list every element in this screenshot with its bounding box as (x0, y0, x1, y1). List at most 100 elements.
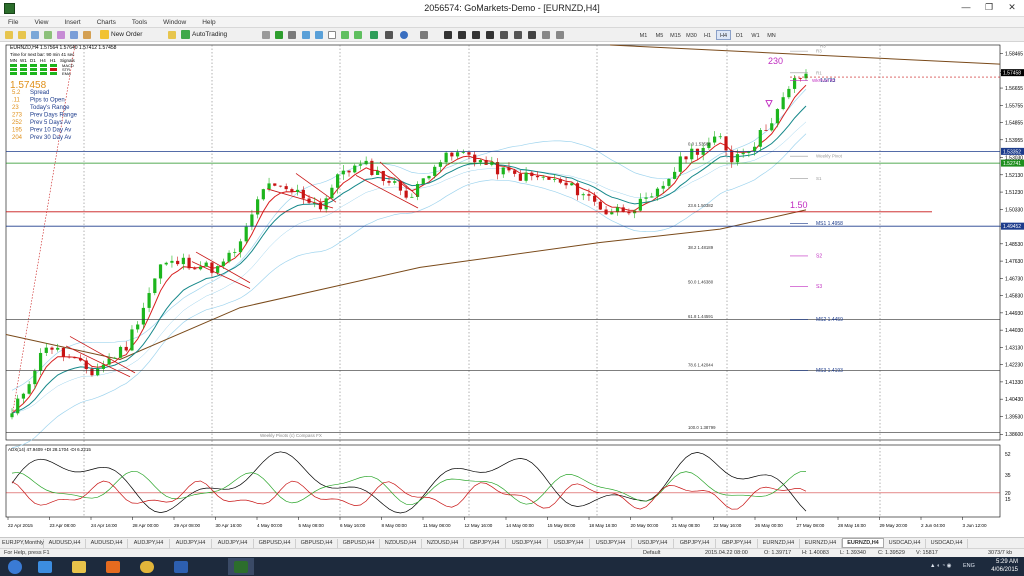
tf-m30[interactable]: M30 (684, 30, 699, 40)
menu-window[interactable]: Window (155, 17, 194, 28)
tf-h1[interactable]: H1 (700, 30, 715, 40)
signal-tf-label: H4 (40, 58, 46, 63)
price-tick-label: 1.53955 (1005, 138, 1023, 144)
menu-view[interactable]: View (26, 17, 56, 28)
candle-body (158, 264, 163, 279)
tf-h4[interactable]: H4 (716, 30, 731, 40)
zoom-out-icon[interactable] (315, 31, 323, 39)
chart-tab[interactable]: USDCAD,H4 (884, 539, 926, 548)
trendline-icon[interactable] (486, 31, 494, 39)
vertical-line-icon[interactable] (458, 31, 466, 39)
tf-w1[interactable]: W1 (748, 30, 763, 40)
close-button[interactable]: ✕ (1001, 0, 1023, 14)
new-order-button[interactable]: New Order (100, 30, 142, 40)
candle-body (730, 150, 734, 163)
time-tick-label: 8 May 00:00 (382, 523, 408, 528)
line-chart-icon[interactable] (288, 31, 296, 39)
chart-tab[interactable]: NZDUSD,H4 (380, 539, 422, 548)
profiles-icon[interactable] (18, 31, 26, 39)
ie-app[interactable] (32, 558, 58, 575)
strategy-tester-icon[interactable] (83, 31, 91, 39)
chart-tab[interactable]: AUDJPY,H4 (212, 539, 254, 548)
candle-body (221, 261, 225, 267)
minimize-button[interactable]: — (955, 0, 977, 14)
chart-tab[interactable]: GBPUSD,H4 (254, 539, 296, 548)
tile-windows-icon[interactable] (328, 31, 336, 39)
tf-m5[interactable]: M5 (652, 30, 667, 40)
menu-charts[interactable]: Charts (89, 17, 124, 28)
start-button[interactable] (2, 558, 28, 575)
chart-tab[interactable]: GBPJPY,H4 (716, 539, 758, 548)
zoom-in-icon[interactable] (302, 31, 310, 39)
text-tool-icon[interactable] (528, 31, 536, 39)
tf-d1[interactable]: D1 (732, 30, 747, 40)
candle-body (187, 257, 191, 269)
label-tool-icon[interactable] (542, 31, 550, 39)
candle-body (655, 188, 660, 197)
tray-icons[interactable]: ▲ ◐ ◔ ◉ (930, 557, 951, 576)
chart-tab[interactable]: USDJPY,H4 (590, 539, 632, 548)
tf-mn[interactable]: MN (764, 30, 779, 40)
chart-tab[interactable]: EURJPY,Monthly (2, 539, 44, 548)
chart-tab[interactable]: GBPUSD,H4 (296, 539, 338, 548)
menu-insert[interactable]: Insert (56, 17, 88, 28)
autotrading-button[interactable]: AutoTrading (181, 30, 227, 40)
chart-tab[interactable]: GBPJPY,H4 (464, 539, 506, 548)
chart-shift-icon[interactable] (354, 31, 362, 39)
chart-tab[interactable]: GBPUSD,H4 (338, 539, 380, 548)
chrome-app[interactable] (134, 558, 160, 575)
terminal-app[interactable] (228, 558, 254, 575)
chart-tab[interactable]: AUDUSD,H4 (86, 539, 128, 548)
data-window-icon[interactable] (44, 31, 52, 39)
metaeditor-icon[interactable] (168, 31, 176, 39)
chart-tab[interactable]: EURNZD,H4 (758, 539, 800, 548)
tray-language[interactable]: ENG (963, 557, 975, 576)
chart-tab[interactable]: AUDUSD,H4 (44, 539, 86, 548)
tf-m15[interactable]: M15 (668, 30, 683, 40)
autoscroll-icon[interactable] (341, 31, 349, 39)
price-chart[interactable]: 0.0 1.53568 23.6 1.50382 38.2 1.48189 50.0 … (0, 43, 1024, 537)
templates-icon[interactable] (400, 31, 408, 39)
adx-panel: ADX(14) 47.9409 +DI 28.1704 -DI 6.2215 52… (6, 447, 1011, 514)
chart-window[interactable]: 0.0 1.53568 23.6 1.50382 38.2 1.48189 50.0 … (0, 43, 1024, 537)
menu-file[interactable]: File (0, 17, 26, 28)
arrow-tool-icon[interactable] (556, 31, 564, 39)
candle-body (764, 130, 768, 131)
menu-tools[interactable]: Tools (124, 17, 155, 28)
chart-tab[interactable]: USDJPY,H4 (632, 539, 674, 548)
explorer-app[interactable] (66, 558, 92, 575)
chart-tab[interactable]: GBPJPY,H4 (674, 539, 716, 548)
channel-icon[interactable] (500, 31, 508, 39)
chart-tab[interactable]: AUDJPY,H4 (170, 539, 212, 548)
navigator-icon[interactable] (57, 31, 65, 39)
chart-tab[interactable]: USDCAD,H4 (926, 539, 968, 548)
media-app[interactable] (100, 558, 126, 575)
horizontal-line-icon[interactable] (472, 31, 480, 39)
chart-tab[interactable]: USDJPY,H4 (548, 539, 590, 548)
market-watch-icon[interactable] (31, 31, 39, 39)
new-chart-icon[interactable] (5, 31, 13, 39)
terminal-icon[interactable] (70, 31, 78, 39)
indicators-icon[interactable] (370, 31, 378, 39)
chart-tab[interactable]: EURNZD,H4 (800, 539, 842, 548)
tf-m1[interactable]: M1 (636, 30, 651, 40)
info-value: 273 (12, 113, 23, 119)
maximize-button[interactable]: ❐ (978, 0, 1000, 14)
chart-tab[interactable]: USDJPY,H4 (506, 539, 548, 548)
candle-body (238, 241, 243, 253)
menu-help[interactable]: Help (194, 17, 223, 28)
word-app[interactable] (168, 558, 194, 575)
chart-tab[interactable]: AUDJPY,H4 (128, 539, 170, 548)
tray-clock[interactable]: 5:29 AM 4/06/2015 (991, 558, 1018, 574)
fibonacci-icon[interactable] (514, 31, 522, 39)
periods-icon[interactable] (385, 31, 393, 39)
candlestick-icon[interactable] (275, 31, 283, 39)
bar-chart-icon[interactable] (262, 31, 270, 39)
chart-tab[interactable]: NZDUSD,H4 (422, 539, 464, 548)
crosshair-icon[interactable] (444, 31, 452, 39)
cursor-icon[interactable] (420, 31, 428, 39)
candle-body (444, 152, 448, 163)
candle-body (792, 78, 797, 89)
chart-tab[interactable]: EURNZD,H4 (842, 538, 884, 548)
candle-body (375, 170, 380, 175)
